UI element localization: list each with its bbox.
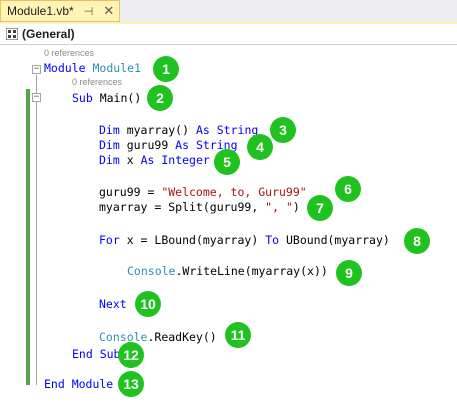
tab-title: Module1.vb* [7, 4, 74, 18]
module-references[interactable]: 0 references [44, 48, 94, 58]
keyword: Next [99, 297, 127, 311]
document-tab-strip: Module1.vb* ⊣ ✕ [0, 0, 457, 24]
close-icon[interactable]: ✕ [103, 3, 114, 19]
pin-icon[interactable]: ⊣ [84, 5, 94, 18]
step-badge-8: 8 [404, 228, 430, 254]
identifier: UBound(myarray) [279, 233, 390, 247]
code-editor[interactable]: − − 0 references Module Module1 0 refere… [0, 45, 457, 405]
keyword: As [140, 153, 155, 167]
identifier: guru99 = [99, 185, 162, 199]
string-literal: "Welcome, to, Guru99" [161, 185, 307, 199]
identifier: myarray = Split(guru99, [99, 200, 266, 214]
keyword: Sub [72, 91, 93, 105]
collapse-sub-icon[interactable]: − [32, 93, 41, 102]
identifier: .ReadKey() [147, 330, 217, 344]
identifier: guru99 [119, 138, 176, 152]
type-keyword: Integer [161, 153, 210, 167]
outline-line-sub [36, 103, 37, 361]
step-badge-12: 12 [118, 342, 144, 368]
class-name: Console [127, 264, 176, 278]
code-line-split: myarray = Split(guru99, ", ") [99, 200, 300, 214]
step-badge-13: 13 [118, 371, 144, 397]
class-view-icon [6, 28, 18, 40]
step-badge-7: 7 [307, 195, 333, 221]
keyword: Dim [99, 138, 120, 152]
step-badge-11: 11 [225, 322, 251, 348]
navigation-bar[interactable]: (General) [0, 24, 457, 45]
step-badge-10: 10 [135, 291, 161, 317]
code-line-end-sub: End Sub [72, 347, 120, 361]
navbar-scope-label: (General) [22, 27, 75, 41]
code-line-module: Module Module1 [44, 61, 141, 75]
step-badge-5: 5 [214, 149, 240, 175]
step-badge-6: 6 [335, 176, 361, 202]
code-line-readkey: Console.ReadKey() [99, 330, 217, 344]
collapse-module-icon[interactable]: − [32, 65, 41, 74]
code-line-end-module: End Module [44, 377, 113, 391]
identifier: x = LBound(myarray) [119, 233, 266, 247]
step-badge-4: 4 [247, 134, 273, 160]
code-line-next: Next [99, 297, 127, 311]
identifier: x [119, 153, 141, 167]
identifier: Main() [92, 91, 142, 105]
keyword: End Module [44, 377, 114, 391]
identifier: myarray() [119, 123, 196, 137]
code-line-dim-guru99: Dim guru99 As String [99, 138, 238, 152]
step-badge-9: 9 [336, 260, 362, 286]
keyword: For [99, 233, 120, 247]
code-line-for: For x = LBound(myarray) To UBound(myarra… [99, 233, 390, 247]
code-line-sub: Sub Main() [72, 91, 141, 105]
step-badge-2: 2 [147, 85, 173, 111]
keyword: Dim [99, 123, 120, 137]
keyword: Dim [99, 153, 120, 167]
keyword: End Sub [72, 347, 121, 361]
code-line-writeline: Console.WriteLine(myarray(x)) [127, 264, 328, 278]
document-tab[interactable]: Module1.vb* ⊣ ✕ [0, 0, 120, 22]
keyword: As [195, 123, 210, 137]
type-keyword: String [216, 123, 259, 137]
punctuation: ) [292, 200, 300, 214]
class-name: Console [99, 330, 148, 344]
keyword: Module [44, 61, 86, 75]
code-line-dim-myarray: Dim myarray() As String [99, 123, 258, 137]
code-line-dim-x: Dim x As Integer [99, 153, 210, 167]
identifier: .WriteLine(myarray(x)) [175, 264, 328, 278]
keyword: To [265, 233, 280, 247]
code-line-assign-guru99: guru99 = "Welcome, to, Guru99" [99, 185, 307, 199]
string-literal: ", " [265, 200, 293, 214]
keyword: As [175, 138, 190, 152]
module-name: Module1 [92, 61, 141, 75]
step-badge-1: 1 [153, 56, 179, 82]
change-tracking-bar [26, 89, 30, 385]
sub-references[interactable]: 0 references [72, 77, 122, 87]
step-badge-3: 3 [270, 117, 296, 143]
